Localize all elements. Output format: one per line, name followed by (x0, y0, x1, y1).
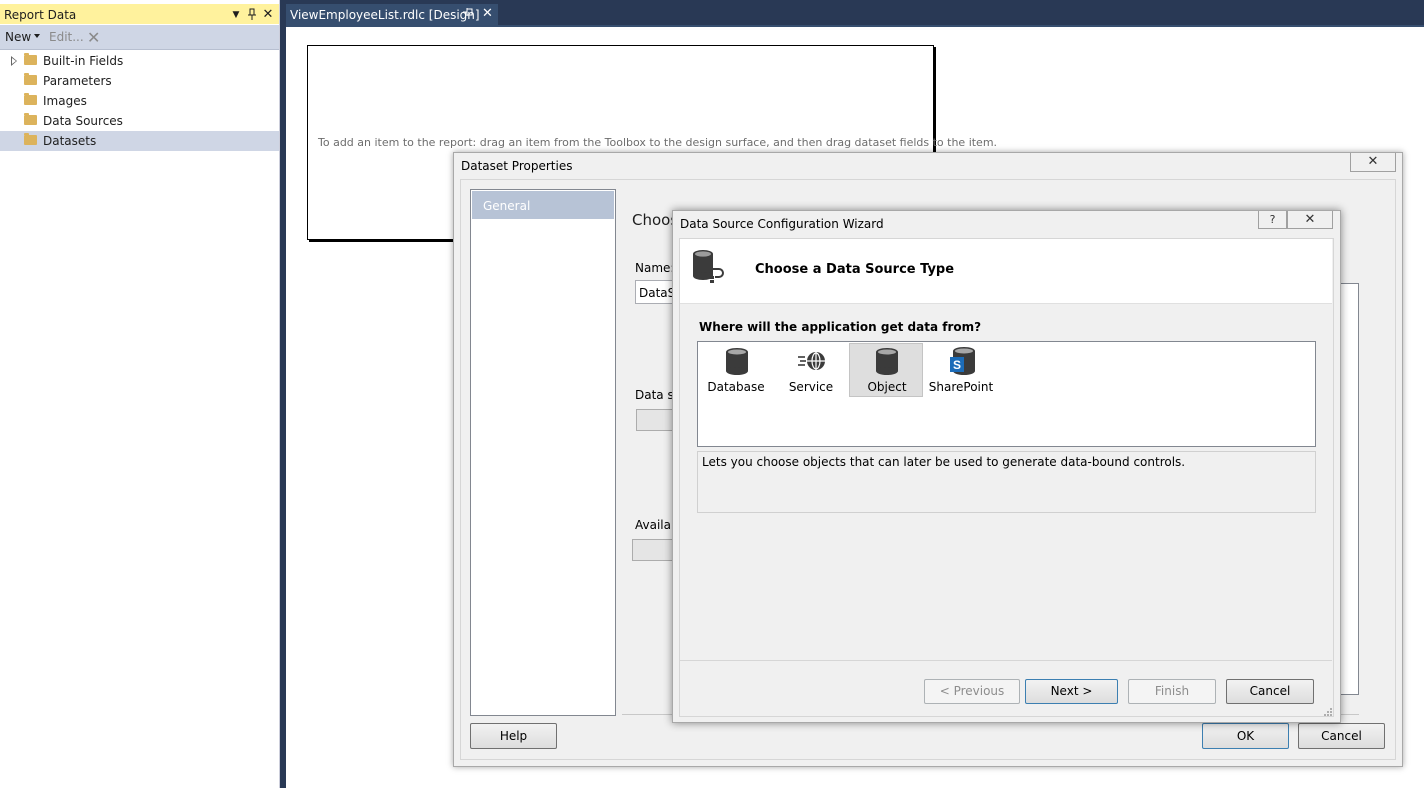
help-button[interactable]: Help (470, 723, 557, 749)
folder-icon (24, 113, 37, 125)
nav-item-label: General (483, 199, 531, 213)
data-source-header-icon (693, 250, 724, 283)
report-data-toolbar: New Edit... ✕ (0, 25, 279, 50)
wizard-title: Data Source Configuration Wizard (680, 217, 884, 231)
document-tab-label: ViewEmployeeList.rdlc [Design] (290, 8, 480, 22)
folder-icon (24, 73, 37, 85)
tab-close-icon[interactable]: ✕ (482, 6, 493, 21)
data-source-type-object[interactable]: Object (849, 343, 923, 397)
tree-item-label: Built-in Fields (43, 54, 124, 68)
database-icon (726, 348, 748, 375)
wizard-header-title: Choose a Data Source Type (755, 262, 955, 277)
folder-icon (24, 93, 37, 105)
tree-item-built-in-fields[interactable]: Built-in Fields (0, 51, 279, 71)
tree-item-label: Images (43, 94, 87, 108)
data-source-type-database[interactable]: Database (700, 344, 772, 396)
tree-item-label: Parameters (43, 74, 112, 88)
tab-underline (286, 25, 1424, 27)
dialog-nav-list: General (470, 189, 616, 716)
pane-splitter[interactable] (280, 0, 286, 788)
tree-item-label: Datasets (43, 134, 97, 148)
sharepoint-icon: S (950, 347, 975, 375)
design-surface-hint: To add an item to the report: drag an it… (318, 136, 998, 149)
help-icon[interactable]: ? (1258, 211, 1287, 229)
new-dropdown-caret-icon[interactable] (34, 34, 40, 38)
wizard-cancel-button[interactable]: Cancel (1226, 679, 1314, 704)
service-icon (798, 352, 825, 370)
tree-item-datasets[interactable]: Datasets (0, 131, 279, 151)
new-button[interactable]: New (5, 30, 31, 44)
edit-button[interactable]: Edit... (49, 30, 84, 44)
tree-item-data-sources[interactable]: Data Sources (0, 111, 279, 131)
data-source-type-label: Object (867, 380, 907, 394)
nav-item-general[interactable]: General (472, 191, 614, 219)
document-tab[interactable]: ViewEmployeeList.rdlc [Design] ✕ (286, 4, 498, 25)
dialog-title: Dataset Properties (461, 159, 573, 173)
description-text: Lets you choose objects that can later b… (702, 455, 1186, 469)
data-source-type-list: Database Service Object S SharePoint (697, 341, 1316, 447)
folder-icon (24, 53, 37, 65)
close-pane-icon[interactable]: ✕ (261, 8, 275, 22)
close-icon[interactable]: ✕ (1350, 153, 1396, 172)
data-source-type-sharepoint[interactable]: S SharePoint (925, 344, 997, 396)
next-button[interactable]: Next > (1025, 679, 1118, 704)
wizard-question: Where will the application get data from… (699, 320, 982, 334)
description-box: Lets you choose objects that can later b… (697, 451, 1316, 513)
data-source-type-label: Database (707, 380, 765, 394)
object-icon (876, 348, 898, 375)
tree-item-label: Data Sources (43, 114, 123, 128)
pin-icon[interactable] (245, 8, 259, 22)
finish-button[interactable]: Finish (1128, 679, 1216, 704)
tab-pin-icon[interactable] (463, 7, 473, 20)
previous-button[interactable]: < Previous (924, 679, 1020, 704)
tree-item-images[interactable]: Images (0, 91, 279, 111)
wizard-footer-separator (680, 660, 1332, 661)
svg-text:S: S (953, 358, 961, 372)
tree-item-parameters[interactable]: Parameters (0, 71, 279, 91)
resize-grip-icon[interactable] (1323, 707, 1333, 717)
report-data-pane: Report Data ▼ ✕ New Edit... ✕ Built-in F… (0, 0, 280, 788)
delete-icon[interactable]: ✕ (87, 28, 100, 47)
data-source-type-label: Service (788, 380, 834, 394)
cancel-button[interactable]: Cancel (1298, 723, 1385, 749)
data-source-type-service[interactable]: Service (775, 344, 847, 396)
data-source-configuration-wizard: Data Source Configuration Wizard ? ✕ Cho… (672, 210, 1341, 723)
report-data-title-bar: Report Data ▼ ✕ (0, 4, 279, 24)
expand-arrow-icon[interactable] (11, 56, 17, 66)
wizard-header: Choose a Data Source Type (680, 239, 1332, 304)
ok-button[interactable]: OK (1202, 723, 1289, 749)
report-data-title: Report Data (4, 8, 77, 22)
close-icon[interactable]: ✕ (1287, 211, 1333, 229)
pane-dropdown-icon[interactable]: ▼ (229, 8, 243, 22)
name-label: Name: (635, 261, 675, 275)
folder-icon (24, 133, 37, 145)
data-source-type-label: SharePoint (928, 380, 994, 394)
